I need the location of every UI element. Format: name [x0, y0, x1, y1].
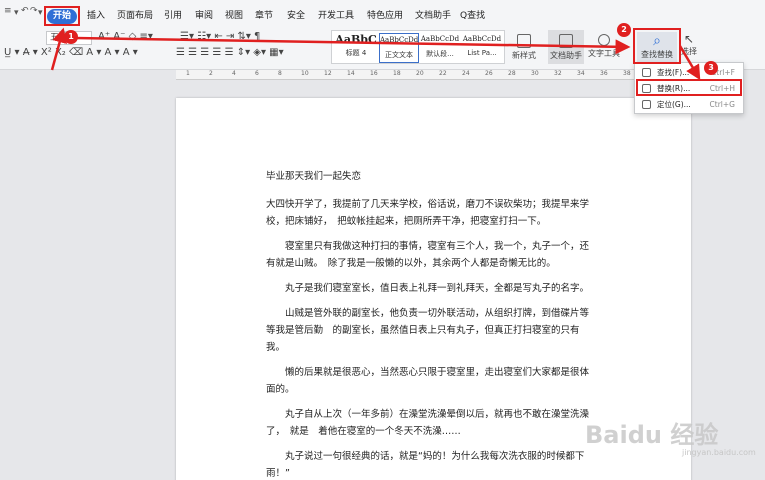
style-gallery: AaBbC 标题 4 AaBbCcDd 正文文本 AaBbCcDd 默认段...… [331, 30, 505, 64]
step-badge-1: 1 [64, 30, 78, 44]
dropdown-icon[interactable]: ▾ [14, 8, 19, 18]
quick-more-icon[interactable]: ▾ [38, 8, 43, 18]
doc-helper-icon [559, 34, 573, 48]
tab-page-layout[interactable]: 页面布局 [117, 8, 153, 21]
style-label: 默认段... [426, 50, 454, 58]
ruler-number: 24 [462, 70, 470, 77]
ruler-number: 16 [370, 70, 378, 77]
style-list-paragraph[interactable]: AaBbCcDd List Pa... [461, 33, 503, 63]
ruler-number: 28 [508, 70, 516, 77]
style-preview: AaBbCcDd [380, 36, 419, 44]
highlight-find-replace [633, 28, 681, 64]
baidu-watermark-url: jingyan.baidu.com [682, 448, 756, 457]
ruler-number: 36 [600, 70, 608, 77]
tab-insert[interactable]: 插入 [87, 8, 105, 21]
style-preview: AaBbC [335, 33, 377, 46]
ruler-number: 10 [301, 70, 309, 77]
menu-item-goto[interactable]: 定位(G)... Ctrl+G [639, 97, 741, 112]
style-label: 正文文本 [385, 51, 413, 59]
ruler-number: 22 [439, 70, 447, 77]
paragraph: 丸子是我们寝室室长，值日表上礼拜一到礼拜天，全都是写丸子的名字。 [266, 283, 590, 294]
baidu-watermark: Baidu 经验 [585, 421, 719, 449]
undo-icon[interactable]: ↶ [21, 6, 29, 16]
menu-item-label: 查找(F)... [657, 68, 690, 77]
document-body[interactable]: 毕业那天我们一起失恋 大四快开学了，我提前了几天来学校，俗话说，磨刀不误砍柴功；… [266, 168, 591, 480]
style-heading4[interactable]: AaBbC 标题 4 [334, 33, 378, 63]
new-style-button[interactable]: 新样式 [512, 34, 536, 61]
menu-bar: ≡ ▾ ↶ ↷ ▾ 开始 插入 页面布局 引用 审阅 视图 章节 安全 开发工具… [0, 0, 765, 28]
horizontal-ruler[interactable]: 124681012141618202224262830323436384042 [176, 70, 691, 80]
style-body-text[interactable]: AaBbCcDd 正文文本 [379, 33, 419, 63]
style-label: List Pa... [467, 49, 497, 57]
shortcut-label: Ctrl+G [709, 100, 735, 109]
wps-writer-window: ≡ ▾ ↶ ↷ ▾ 开始 插入 页面布局 引用 审阅 视图 章节 安全 开发工具… [0, 0, 765, 480]
style-preview: AaBbCcDd [420, 35, 460, 43]
style-preview: AaBbCcDd [462, 35, 502, 43]
ruler-number: 2 [209, 70, 213, 77]
align-icons[interactable]: ☰ ☰ ☰ ☰ ☰ ⇕▾ ◈▾ ▦▾ [176, 47, 284, 59]
search-tab[interactable]: Q查找 [460, 8, 485, 21]
select-button[interactable]: ↖ 选择 [681, 32, 697, 57]
find-icon [642, 68, 651, 77]
menu-item-label: 定位(G)... [657, 100, 691, 109]
ruler-number: 38 [623, 70, 631, 77]
redo-icon[interactable]: ↷ [30, 6, 38, 16]
paragraph: 大四快开学了，我提前了几天来学校，俗话说，磨刀不误砍柴功；我提早来学校，把床铺好… [266, 199, 590, 227]
paragraph: 山贼是管外联的副室长，他负责一切外联活动，从组织打牌，到借碟片等等我是管后勤 的… [266, 308, 590, 353]
cursor-icon: ↖ [683, 32, 695, 46]
doc-helper-label: 文档助手 [550, 51, 582, 60]
ruler-number: 8 [278, 70, 282, 77]
style-label: 标题 4 [345, 49, 367, 57]
tab-security[interactable]: 安全 [287, 8, 305, 21]
step-badge-2: 2 [617, 23, 631, 37]
tab-special-apps[interactable]: 特色应用 [367, 8, 403, 21]
ruler-number: 20 [416, 70, 424, 77]
ruler-number: 34 [577, 70, 585, 77]
ruler-number: 26 [485, 70, 493, 77]
font-grow-icon[interactable]: A⁺ A⁻ ◇ ≡▾ [98, 31, 153, 43]
paragraph: 寝室里只有我做这种打扫的事情，寝室有三个人，我一个，丸子一个，还有就是山贼。 除… [266, 241, 590, 269]
tab-view[interactable]: 视图 [225, 8, 243, 21]
doc-helper-button[interactable]: 文档助手 [548, 30, 584, 64]
text-tools-button[interactable]: 文字工具 [588, 34, 620, 59]
ruler-number: 14 [347, 70, 355, 77]
tab-references[interactable]: 引用 [164, 8, 182, 21]
ruler-number: 1 [186, 70, 190, 77]
ruler-number: 12 [324, 70, 332, 77]
wrench-icon [598, 34, 610, 46]
highlight-start-tab [44, 6, 80, 26]
document-title: 毕业那天我们一起失恋 [266, 171, 362, 182]
tab-doc-assistant[interactable]: 文档助手 [415, 8, 451, 21]
paragraph-list-icons[interactable]: ☰▾ ☷▾ ⇤ ⇥ ⇅▾ ¶ [180, 31, 260, 43]
step-badge-3: 3 [704, 61, 718, 75]
tab-chapter[interactable]: 章节 [255, 8, 273, 21]
highlight-replace-item [636, 79, 742, 96]
ruler-number: 30 [531, 70, 539, 77]
new-style-label: 新样式 [512, 51, 536, 60]
menu-icon[interactable]: ≡ [4, 6, 12, 16]
text-tools-label: 文字工具 [588, 49, 620, 58]
ruler-number: 32 [554, 70, 562, 77]
paragraph: 懒的后果就是很恶心，当然恶心只限于寝室里，走出寝室们大家都是很体面的。 [266, 367, 590, 395]
new-style-icon [517, 34, 531, 48]
goto-icon [642, 100, 651, 109]
paragraph: 丸子说过一句很经典的话，就是“妈的！为什么我每次洗衣服的时候都下雨！” [266, 451, 585, 479]
tab-review[interactable]: 审阅 [195, 8, 213, 21]
ruler-number: 6 [255, 70, 259, 77]
style-default-paragraph[interactable]: AaBbCcDd 默认段... [420, 33, 460, 63]
paragraph: 丸子自从上次（一年多前）在澡堂洗澡晕倒以后，就再也不敢在澡堂洗澡了， 就是 着他… [266, 409, 590, 437]
format-icons[interactable]: U̲ ▾ A̶ ▾ X² X₂ ⌫ A ▾ A ▾ A ▾ [4, 47, 138, 59]
select-label: 选择 [681, 47, 697, 56]
ruler-number: 4 [232, 70, 236, 77]
menu-item-find[interactable]: 查找(F)... Ctrl+F [639, 65, 741, 80]
tab-developer[interactable]: 开发工具 [318, 8, 354, 21]
ruler-number: 18 [393, 70, 401, 77]
